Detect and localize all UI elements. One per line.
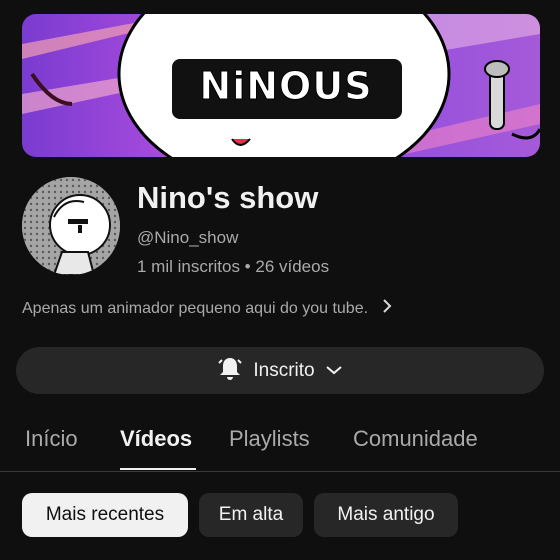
tab-comunidade[interactable]: Comunidade: [353, 426, 478, 452]
filter-chip-oldest[interactable]: Mais antigo: [314, 493, 458, 537]
banner-logo-text: NiNOUS: [199, 64, 373, 109]
bell-icon: [217, 355, 243, 387]
chevron-right-icon: [382, 298, 392, 319]
channel-handle: @Nino_show: [137, 228, 239, 247]
avatar-character-icon: [22, 177, 120, 275]
active-tab-indicator: [120, 468, 196, 470]
channel-banner: NiNOUS: [22, 14, 540, 157]
tab-videos[interactable]: Vídeos: [120, 426, 192, 452]
channel-name: Nino's show: [137, 180, 319, 215]
subscribed-label: Inscrito: [253, 359, 315, 381]
channel-avatar[interactable]: [22, 177, 120, 275]
tab-inicio[interactable]: Início: [25, 426, 78, 452]
description-text: Apenas um animador pequeno aqui do you t…: [22, 299, 369, 317]
chevron-down-icon: [325, 360, 343, 382]
tab-playlists[interactable]: Playlists: [229, 426, 310, 452]
filter-chip-recent[interactable]: Mais recentes: [22, 493, 188, 537]
channel-stats: 1 mil inscritos • 26 vídeos: [137, 257, 330, 276]
filter-chip-popular[interactable]: Em alta: [199, 493, 303, 537]
channel-description[interactable]: Apenas um animador pequeno aqui do you t…: [22, 298, 442, 319]
channel-tabs: Início Vídeos Playlists Comunidade: [0, 420, 560, 472]
subscribed-button[interactable]: Inscrito: [16, 347, 544, 394]
